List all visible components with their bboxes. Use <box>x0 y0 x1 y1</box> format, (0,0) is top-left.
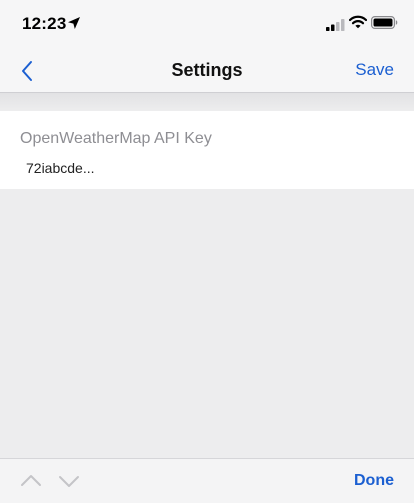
previous-field-button[interactable] <box>20 471 42 491</box>
wifi-icon <box>348 15 368 29</box>
done-button[interactable]: Done <box>354 472 394 490</box>
cellular-signal-icon <box>326 18 346 31</box>
page-title: Settings <box>171 60 243 80</box>
battery-icon <box>371 16 398 30</box>
chevron-down-icon <box>59 476 79 487</box>
api-key-label: OpenWeatherMap API Key <box>20 130 212 147</box>
status-time: 12:23 <box>22 14 67 33</box>
api-key-section: OpenWeatherMap API Key <box>0 111 414 189</box>
location-arrow-icon <box>67 16 81 30</box>
back-button[interactable] <box>14 56 42 84</box>
chevron-left-icon <box>22 61 32 81</box>
nav-bar-divider <box>0 93 414 111</box>
keyboard-toolbar: Done <box>0 458 414 503</box>
next-field-button[interactable] <box>58 471 80 491</box>
api-key-input[interactable] <box>20 157 396 179</box>
status-bar: 12:23 <box>0 0 414 48</box>
chevron-up-icon <box>21 475 41 486</box>
save-button[interactable]: Save <box>355 60 394 80</box>
navigation-bar: Settings Save <box>0 48 414 93</box>
